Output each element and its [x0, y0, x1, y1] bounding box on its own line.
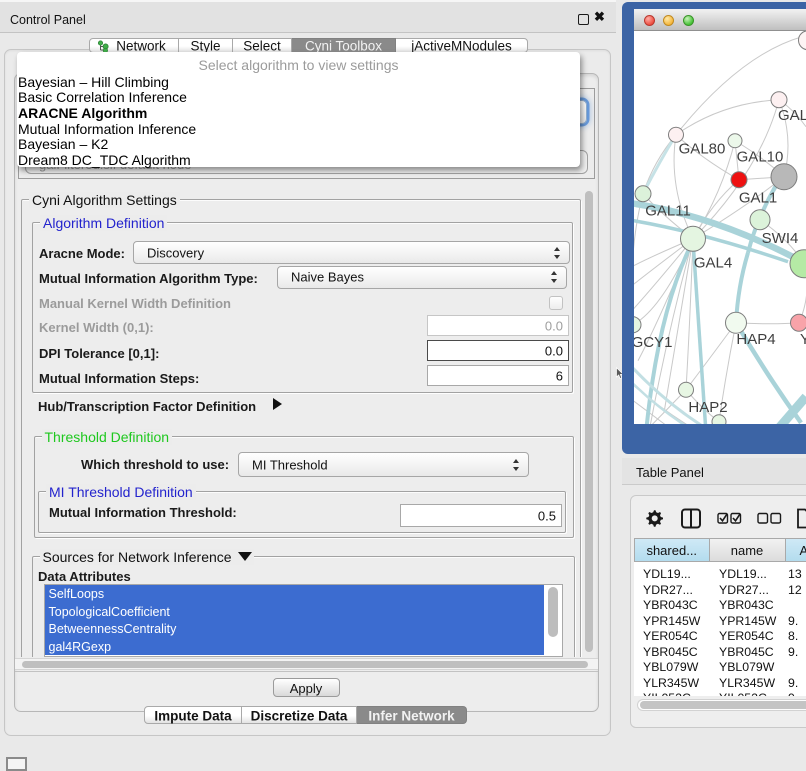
- svg-text:GCY1: GCY1: [634, 333, 672, 350]
- svg-text:SWI4: SWI4: [762, 229, 799, 246]
- svg-text:GAL80: GAL80: [679, 140, 726, 157]
- svg-text:GAL10: GAL10: [737, 148, 784, 165]
- svg-text:GAL4: GAL4: [694, 254, 732, 271]
- svg-text:HAP4: HAP4: [736, 330, 775, 347]
- svg-text:Y: Y: [800, 330, 806, 347]
- svg-text:GAL1: GAL1: [739, 189, 777, 206]
- svg-text:HAP2: HAP2: [688, 398, 727, 415]
- svg-text:GAL11: GAL11: [645, 202, 691, 219]
- svg-text:GAL2: GAL2: [778, 106, 806, 123]
